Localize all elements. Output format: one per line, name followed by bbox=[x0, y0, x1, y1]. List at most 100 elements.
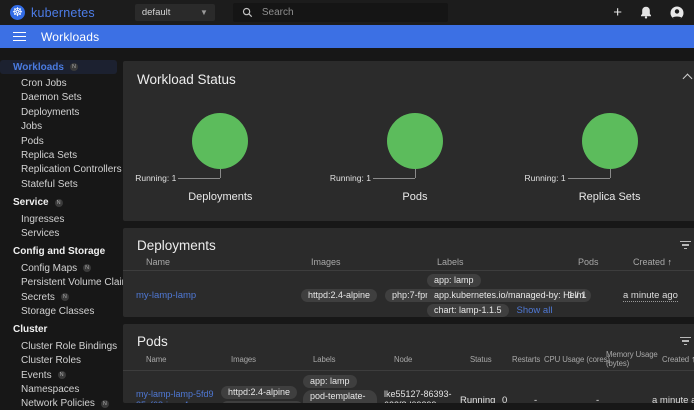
column-header-labels[interactable]: Labels bbox=[437, 257, 578, 267]
pods-table-header: Name Images Labels Node Status Restarts … bbox=[123, 349, 694, 371]
sidebar-item-workloads[interactable]: Workloads N bbox=[0, 60, 117, 74]
user-account-icon[interactable] bbox=[670, 6, 684, 20]
sidebar-item-jobs[interactable]: Jobs bbox=[0, 120, 123, 134]
sidebar-item-cluster-role-bindings[interactable]: Cluster Role Bindings bbox=[0, 339, 123, 353]
sidebar-item-secrets[interactable]: Secrets N bbox=[0, 290, 123, 304]
sidebar-item-pods[interactable]: Pods bbox=[0, 134, 123, 148]
deployment-name-link[interactable]: my-lamp-lamp bbox=[136, 290, 196, 301]
sidebar-item-daemon-sets[interactable]: Daemon Sets bbox=[0, 91, 123, 105]
menu-hamburger-icon[interactable] bbox=[13, 32, 26, 42]
sidebar-item-persistent-volume-claims[interactable]: Persistent Volume Claims N bbox=[0, 275, 123, 289]
label-chip: app: lamp bbox=[427, 274, 481, 287]
deployments-pie-chart: Running: 1 Deployments bbox=[123, 113, 318, 203]
search-bar[interactable] bbox=[233, 3, 448, 22]
topbar-actions: + bbox=[613, 6, 684, 20]
pods-card-title: Pods bbox=[137, 334, 168, 349]
create-resource-plus-icon[interactable]: + bbox=[613, 6, 622, 20]
sidebar-section-cluster: Cluster bbox=[0, 323, 123, 337]
pie-annotation-connector: Running: 1 bbox=[512, 169, 694, 184]
sidebar-item-deployments[interactable]: Deployments bbox=[0, 105, 123, 119]
namespaced-badge: N bbox=[55, 199, 63, 207]
pie-running-slice bbox=[387, 113, 443, 169]
column-header-images[interactable]: Images bbox=[311, 257, 437, 267]
sort-ascending-icon: ↑ bbox=[668, 257, 673, 267]
sidebar-item-replica-sets[interactable]: Replica Sets bbox=[0, 148, 123, 162]
deployment-table-row: my-lamp-lamp httpd:2.4-alpine php:7-fpm-… bbox=[123, 271, 694, 317]
collapse-chevron-up-icon[interactable] bbox=[682, 74, 692, 84]
pie-annotation-label: Running: 1 bbox=[135, 173, 176, 183]
app-bar: Workloads bbox=[0, 25, 694, 48]
namespaced-badge: N bbox=[61, 293, 69, 301]
sidebar-item-stateful-sets[interactable]: Stateful Sets bbox=[0, 177, 123, 191]
sidebar-item-namespaces[interactable]: Namespaces bbox=[0, 382, 123, 396]
image-chip: httpd:2.4-alpine bbox=[221, 386, 297, 399]
column-header-images[interactable]: Images bbox=[231, 355, 313, 364]
namespace-selected-value: default bbox=[142, 7, 171, 18]
filter-icon[interactable] bbox=[680, 241, 691, 250]
sidebar-section-config-and-storage: Config and Storage bbox=[0, 245, 123, 259]
column-header-restarts[interactable]: Restarts bbox=[512, 355, 544, 364]
pie-running-slice bbox=[582, 113, 638, 169]
chart-title: Pods bbox=[402, 191, 427, 203]
label-chip: app: lamp bbox=[303, 375, 357, 388]
sidebar-item-ingresses[interactable]: Ingresses bbox=[0, 212, 123, 226]
top-bar: ☸ kubernetes default ▼ + bbox=[0, 0, 694, 25]
pie-annotation-connector: Running: 1 bbox=[318, 169, 513, 184]
created-timestamp[interactable]: a minute ago bbox=[652, 395, 694, 403]
pod-status: Running bbox=[460, 395, 502, 403]
kubernetes-logo-icon: ☸ bbox=[10, 5, 25, 20]
notifications-bell-icon[interactable] bbox=[640, 6, 652, 19]
column-header-created[interactable]: Created ↑ bbox=[633, 257, 694, 267]
sidebar-item-replication-controllers[interactable]: Replication Controllers bbox=[0, 163, 123, 177]
pie-annotation-connector: Running: 1 bbox=[123, 169, 318, 184]
label-chip: app.kubernetes.io/managed-by: Helm bbox=[427, 289, 591, 302]
pie-running-slice bbox=[192, 113, 248, 169]
label-chip: pod-template-hash: 5fd985cf68 bbox=[303, 390, 377, 403]
pod-name-link[interactable]: my-lamp-lamp-5fd985cf68-jwvz4 bbox=[136, 389, 221, 403]
column-header-node[interactable]: Node bbox=[394, 355, 470, 364]
deployments-card: Deployments Name Images Labels Pods Crea… bbox=[123, 228, 694, 317]
sidebar-item-service[interactable]: Service N bbox=[0, 196, 123, 210]
column-header-pods[interactable]: Pods bbox=[578, 257, 633, 267]
brand-title: kubernetes bbox=[31, 6, 95, 20]
column-header-created[interactable]: Created ↑ bbox=[662, 354, 694, 365]
pod-memory-usage: - bbox=[596, 395, 652, 403]
search-input[interactable] bbox=[262, 7, 412, 18]
namespace-selector[interactable]: default ▼ bbox=[135, 4, 215, 21]
column-header-memory[interactable]: Memory Usage (bytes) bbox=[606, 350, 662, 369]
sidebar-item-config-maps[interactable]: Config Maps N bbox=[0, 261, 123, 275]
deployments-card-title: Deployments bbox=[137, 238, 216, 253]
pie-annotation-label: Running: 1 bbox=[524, 173, 565, 183]
chart-title: Deployments bbox=[188, 191, 252, 203]
column-header-labels[interactable]: Labels bbox=[313, 355, 394, 364]
column-header-cpu[interactable]: CPU Usage (cores) bbox=[544, 355, 606, 364]
column-header-name[interactable]: Name bbox=[146, 355, 231, 364]
main-content: Workload Status Running: 1 Deployments bbox=[123, 48, 694, 410]
replica-sets-pie-chart: Running: 1 Replica Sets bbox=[512, 113, 694, 203]
sidebar-item-events[interactable]: Events N bbox=[0, 368, 123, 382]
pods-pie-chart: Running: 1 Pods bbox=[318, 113, 513, 203]
namespaced-badge: N bbox=[101, 400, 109, 408]
filter-icon[interactable] bbox=[680, 337, 691, 346]
namespaced-badge: N bbox=[58, 371, 66, 379]
column-header-status[interactable]: Status bbox=[470, 355, 512, 364]
pods-card: Pods Name Images Labels Node Status Rest… bbox=[123, 324, 694, 403]
chart-title: Replica Sets bbox=[579, 191, 641, 203]
node-name: lke55127-86393-622f8d09399a bbox=[384, 389, 460, 404]
sidebar-item-network-policies[interactable]: Network Policies N bbox=[0, 397, 123, 410]
sidebar-item-services[interactable]: Services bbox=[0, 226, 123, 240]
pie-annotation-label: Running: 1 bbox=[330, 173, 371, 183]
pod-table-row: my-lamp-lamp-5fd985cf68-jwvz4 httpd:2.4-… bbox=[123, 371, 694, 403]
column-header-name[interactable]: Name bbox=[146, 257, 311, 267]
workload-status-title: Workload Status bbox=[137, 72, 236, 87]
pod-restarts: 0 bbox=[502, 395, 534, 403]
image-chip: httpd:2.4-alpine bbox=[301, 289, 377, 302]
sidebar-item-cron-jobs[interactable]: Cron Jobs bbox=[0, 76, 123, 90]
sidebar-nav: Workloads N Cron Jobs Daemon Sets Deploy… bbox=[0, 48, 123, 410]
image-chip: php:7-fpm-alpine bbox=[221, 401, 303, 403]
sidebar-item-cluster-roles[interactable]: Cluster Roles bbox=[0, 353, 123, 367]
sidebar-item-storage-classes[interactable]: Storage Classes bbox=[0, 304, 123, 318]
label-chip: chart: lamp-1.1.5 bbox=[427, 304, 509, 317]
created-timestamp[interactable]: a minute ago bbox=[623, 290, 678, 302]
show-all-link[interactable]: Show all bbox=[517, 305, 553, 316]
